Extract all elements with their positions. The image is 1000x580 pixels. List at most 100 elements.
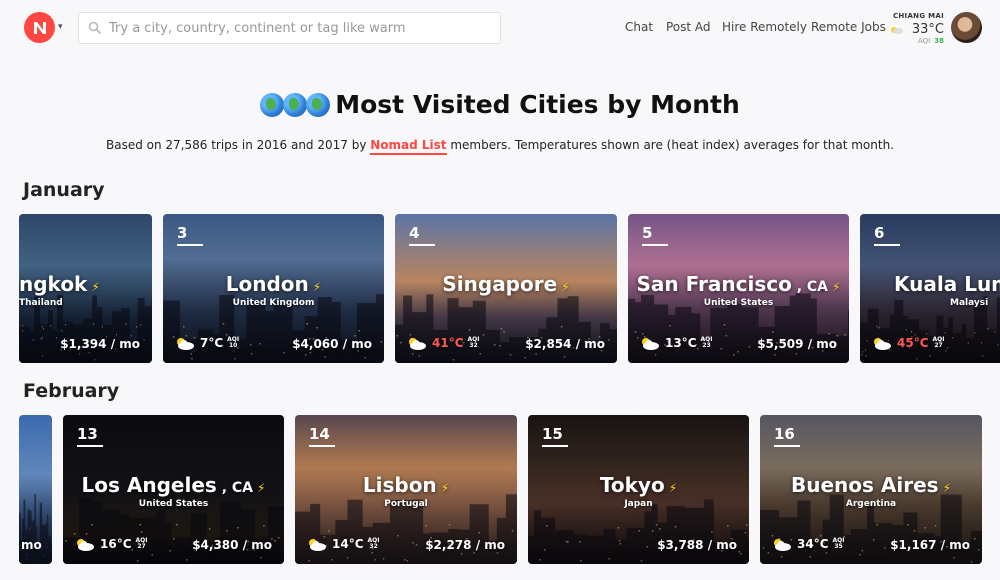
cost-of-living: $4,380 / mo <box>192 538 272 552</box>
lightning-icon: ⚡ <box>942 481 951 495</box>
city-temperature: 16°C <box>100 537 132 551</box>
city-card[interactable]: 3 London ⚡ United Kingdom 7°C AQI 10 $4,060 / m… <box>163 214 384 363</box>
search-icon <box>88 21 102 35</box>
weather-aqi: AQI 38 <box>918 37 944 45</box>
city-name: Singapore ⚡ <box>442 272 570 296</box>
city-rank: 13 <box>77 425 103 447</box>
lightning-icon: ⚡ <box>91 280 100 294</box>
lightning-icon: ⚡ <box>832 280 841 294</box>
nav-post-ad[interactable]: Post Ad <box>666 20 711 34</box>
cost-of-living: $2,278 / mo <box>425 538 505 552</box>
lightning-icon: ⚡ <box>440 481 450 495</box>
city-weather: 41°C AQI 32 <box>407 335 480 351</box>
city-weather: 7°C AQI 10 <box>175 335 239 351</box>
city-name: Buenos Aires ⚡ <box>791 473 951 497</box>
cloud-icon <box>891 27 903 34</box>
nav-hire-remotely[interactable]: Hire Remotely <box>722 20 807 34</box>
title-text: Most Visited Cities by Month <box>335 90 740 119</box>
weather-temp: 33°C <box>911 22 944 37</box>
cost-of-living: $1,167 / mo <box>890 538 970 552</box>
city-temperature: 45°C <box>897 336 929 350</box>
city-temperature: 13°C <box>665 336 697 350</box>
city-temperature: 7°C <box>200 336 224 350</box>
country-name: United Kingdom <box>232 298 315 308</box>
country-name: United States <box>138 499 209 509</box>
month-heading-january: January <box>23 179 105 201</box>
city-temperature: 41°C <box>432 336 464 350</box>
city-card[interactable]: 16 Buenos Aires ⚡ Argentina 34°C AQI 35 $1,167 … <box>760 415 982 564</box>
city-name: Kuala Lum <box>894 272 1000 296</box>
city-rank: 6 <box>874 224 900 246</box>
cloud-sun-icon <box>642 337 659 350</box>
cloud-sun-icon <box>774 538 791 551</box>
month-heading-february: February <box>23 380 120 402</box>
city-card[interactable]: ngkok ⚡ Thailand $1,394 / mo <box>19 214 152 363</box>
nomad-list-link[interactable]: Nomad List <box>370 138 447 155</box>
city-card[interactable]: 5 San Francisco , CA ⚡ United States 13°C AQI… <box>628 214 849 363</box>
cost-of-living: $3,788 / mo <box>657 538 737 552</box>
city-aqi: AQI 27 <box>135 537 148 550</box>
page-title: Most Visited Cities by Month <box>0 90 1000 123</box>
cloud-sun-icon <box>177 337 194 350</box>
cloud-sun-icon <box>874 337 891 350</box>
cost-of-living: $5,509 / mo <box>757 337 837 351</box>
city-aqi: AQI 35 <box>832 537 845 550</box>
city-rank: 4 <box>409 224 435 246</box>
country-name: Thailand <box>19 298 63 308</box>
city-name: Tokyo ⚡ <box>599 473 678 497</box>
city-temperature: 14°C <box>332 537 364 551</box>
city-weather: 34°C AQI 35 <box>772 536 845 552</box>
country-name: Japan <box>624 499 653 509</box>
city-aqi: AQI 27 <box>932 336 945 349</box>
city-weather: 45°C AQI 27 <box>872 335 945 351</box>
city-card[interactable]: 13 Los Angeles , CA ⚡ United States 16°C AQI 2… <box>63 415 284 564</box>
city-name: ngkok ⚡ <box>19 272 100 296</box>
globe-icons <box>260 93 331 123</box>
cost-of-living: mo <box>21 538 42 552</box>
country-name: Portugal <box>384 499 428 509</box>
nav-remote-jobs[interactable]: Remote Jobs <box>811 20 886 34</box>
city-aqi: AQI 10 <box>227 336 240 349</box>
local-weather-widget[interactable]: CHIANG MAI 33°C AQI 38 <box>888 12 948 46</box>
city-rank: 3 <box>177 224 203 246</box>
cost-of-living: $2,854 / mo <box>525 337 605 351</box>
city-name: San Francisco , CA ⚡ <box>636 272 841 296</box>
lightning-icon: ⚡ <box>561 280 570 294</box>
city-card[interactable]: mo <box>19 415 52 564</box>
cloud-sun-icon <box>309 538 326 551</box>
city-rank: 5 <box>642 224 668 246</box>
globe-icon <box>283 93 308 117</box>
city-rank: 16 <box>774 425 800 447</box>
city-weather: 14°C AQI 32 <box>307 536 380 552</box>
page-subtitle: Based on 27,586 trips in 2016 and 2017 b… <box>0 138 1000 155</box>
city-aqi: AQI 23 <box>700 336 713 349</box>
nomad-list-logo[interactable] <box>24 12 55 43</box>
lightning-icon: ⚡ <box>668 481 678 495</box>
lightning-icon: ⚡ <box>312 280 322 294</box>
globe-icon <box>260 93 285 117</box>
city-aqi: AQI 32 <box>367 537 380 550</box>
country-name: Malaysi <box>950 298 989 308</box>
logo-icon <box>33 21 46 34</box>
search-bar <box>78 12 501 44</box>
avatar[interactable] <box>951 12 982 43</box>
city-name: Lisbon ⚡ <box>362 473 450 497</box>
city-weather: 13°C AQI 23 <box>640 335 713 351</box>
city-card[interactable]: 15 Tokyo ⚡ Japan $3,788 / mo <box>528 415 749 564</box>
nav-chat[interactable]: Chat <box>625 20 653 34</box>
city-name: Los Angeles , CA ⚡ <box>81 473 266 497</box>
city-card[interactable]: 6 Kuala Lum Malaysi 45°CAQI27 <box>860 214 1000 363</box>
globe-icon <box>306 93 331 117</box>
city-card[interactable]: 14 Lisbon ⚡ Portugal 14°C AQI 32 $2,278 / mo <box>295 415 517 564</box>
country-name: Argentina <box>845 499 897 509</box>
search-input[interactable] <box>109 13 494 43</box>
weather-city: CHIANG MAI <box>892 12 944 20</box>
city-temperature: 34°C <box>797 537 829 551</box>
top-bar: ▾ Chat Post Ad Hire Remotely Remote Jobs… <box>0 0 1000 56</box>
city-rank: 15 <box>542 425 568 447</box>
city-name: London ⚡ <box>225 272 322 296</box>
chevron-down-icon[interactable]: ▾ <box>58 22 63 32</box>
cloud-sun-icon <box>77 538 94 551</box>
city-rank: 14 <box>309 425 335 447</box>
city-card[interactable]: 4 Singapore ⚡ 41°C AQI 32 $2,854 / mo <box>395 214 617 363</box>
